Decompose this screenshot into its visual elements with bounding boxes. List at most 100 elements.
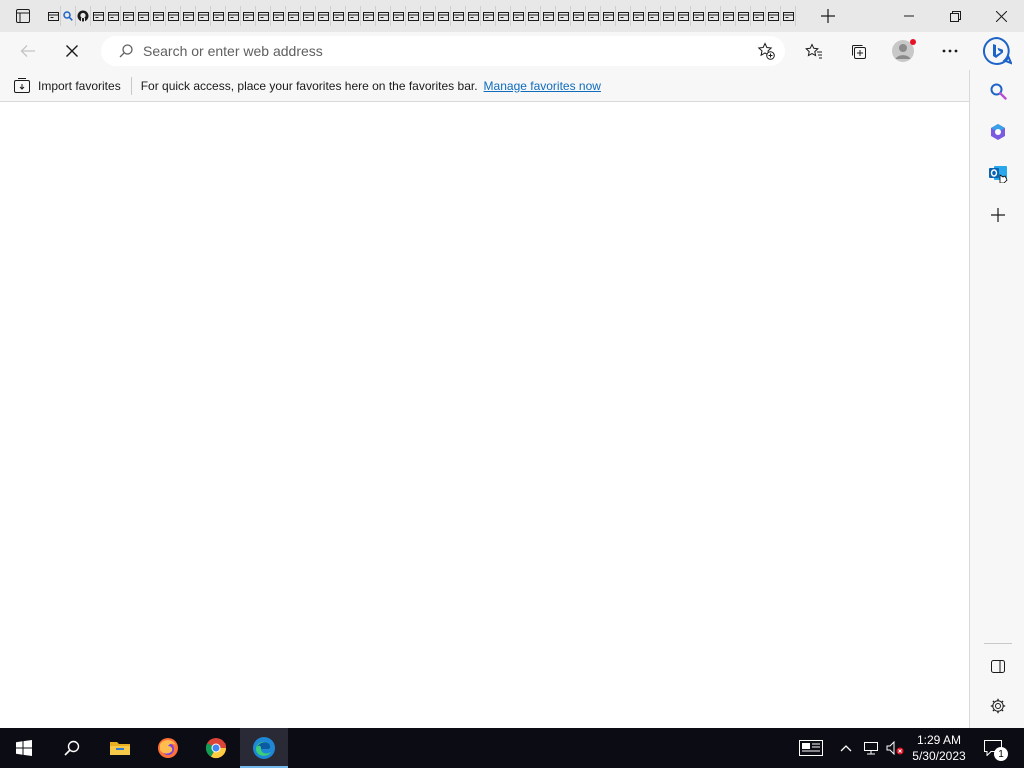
- sidebar-add-button[interactable]: [983, 200, 1013, 230]
- page-icon: [467, 11, 479, 21]
- page-content[interactable]: [0, 103, 969, 728]
- start-button[interactable]: [0, 728, 48, 768]
- taskbar-firefox[interactable]: [144, 728, 192, 768]
- tray-volume-button[interactable]: [884, 728, 906, 768]
- browser-tab[interactable]: [91, 6, 106, 26]
- browser-tab[interactable]: [181, 6, 196, 26]
- page-icon: [647, 11, 659, 21]
- browser-tab[interactable]: [496, 6, 511, 26]
- minimize-button[interactable]: [886, 0, 932, 32]
- favorites-button[interactable]: [796, 35, 832, 67]
- browser-tab[interactable]: [601, 6, 616, 26]
- address-input[interactable]: [143, 43, 703, 59]
- windows-taskbar: 1:29 AM 5/30/2023 1: [0, 728, 1024, 768]
- tray-news-button[interactable]: [796, 728, 826, 768]
- browser-tab[interactable]: [196, 6, 211, 26]
- bing-chat-button[interactable]: [979, 35, 1015, 67]
- notification-count-badge: 1: [994, 747, 1008, 761]
- tray-clock[interactable]: 1:29 AM 5/30/2023: [908, 728, 970, 768]
- sidebar-office-button[interactable]: [983, 117, 1013, 147]
- browser-tab[interactable]: [556, 6, 571, 26]
- new-tab-button[interactable]: [798, 0, 858, 32]
- more-options-button[interactable]: [932, 35, 968, 67]
- page-icon: [737, 11, 749, 21]
- browser-tab[interactable]: [271, 6, 286, 26]
- import-favorites-icon: [14, 78, 30, 93]
- browser-tab[interactable]: [136, 6, 151, 26]
- volume-muted-icon: [886, 741, 904, 755]
- back-button[interactable]: [10, 35, 46, 67]
- browser-tab[interactable]: [301, 6, 316, 26]
- browser-tab[interactable]: [721, 6, 736, 26]
- manage-favorites-link[interactable]: Manage favorites now: [484, 79, 601, 93]
- add-favorite-button[interactable]: [757, 42, 775, 60]
- browser-tab[interactable]: [361, 6, 376, 26]
- sidebar-settings-button[interactable]: [983, 691, 1013, 721]
- browser-tab[interactable]: [61, 6, 76, 26]
- browser-tab[interactable]: [331, 6, 346, 26]
- page-icon: [587, 11, 599, 21]
- browser-tab[interactable]: [286, 6, 301, 26]
- sidebar-outlook-button[interactable]: [983, 158, 1013, 188]
- import-favorites-button[interactable]: Import favorites: [14, 74, 121, 98]
- tab-actions-button[interactable]: [0, 0, 46, 32]
- notification-center-button[interactable]: 1: [978, 728, 1008, 768]
- taskbar-edge[interactable]: [240, 728, 288, 768]
- browser-tab[interactable]: [646, 6, 661, 26]
- browser-tab[interactable]: [346, 6, 361, 26]
- browser-tab[interactable]: [586, 6, 601, 26]
- close-window-button[interactable]: [978, 0, 1024, 32]
- hide-sidebar-button[interactable]: [983, 651, 1013, 681]
- browser-tab[interactable]: [166, 6, 181, 26]
- browser-tab[interactable]: [436, 6, 451, 26]
- taskbar-file-explorer[interactable]: [96, 728, 144, 768]
- chevron-up-icon: [840, 745, 852, 752]
- browser-tab[interactable]: [481, 6, 496, 26]
- browser-tab[interactable]: [676, 6, 691, 26]
- favorites-bar-message: For quick access, place your favorites h…: [140, 78, 478, 93]
- browser-tab[interactable]: [76, 6, 91, 26]
- browser-tab[interactable]: [766, 6, 781, 26]
- browser-tab[interactable]: [466, 6, 481, 26]
- browser-tab[interactable]: [106, 6, 121, 26]
- sidebar-search-button[interactable]: [983, 76, 1013, 106]
- browser-tab[interactable]: [511, 6, 526, 26]
- collections-button[interactable]: [840, 35, 876, 67]
- browser-tab[interactable]: [241, 6, 256, 26]
- browser-tab[interactable]: [751, 6, 766, 26]
- address-bar[interactable]: [101, 36, 785, 66]
- browser-tab[interactable]: [661, 6, 676, 26]
- tray-network-button[interactable]: [860, 728, 882, 768]
- browser-tab[interactable]: [526, 6, 541, 26]
- browser-tab[interactable]: [631, 6, 646, 26]
- network-icon: [864, 742, 878, 755]
- browser-tab[interactable]: [406, 6, 421, 26]
- browser-tab[interactable]: [451, 6, 466, 26]
- browser-tab[interactable]: [781, 6, 796, 26]
- browser-tab[interactable]: [46, 6, 61, 26]
- browser-tab[interactable]: [391, 6, 406, 26]
- browser-tab[interactable]: [121, 6, 136, 26]
- browser-tab[interactable]: [256, 6, 271, 26]
- browser-tab[interactable]: [571, 6, 586, 26]
- browser-tab[interactable]: [421, 6, 436, 26]
- browser-tab[interactable]: [541, 6, 556, 26]
- browser-tab[interactable]: [736, 6, 751, 26]
- restore-button[interactable]: [932, 0, 978, 32]
- stop-loading-button[interactable]: [54, 35, 90, 67]
- browser-tab[interactable]: [316, 6, 331, 26]
- browser-tab[interactable]: [616, 6, 631, 26]
- profile-button[interactable]: [886, 35, 922, 67]
- browser-tab[interactable]: [151, 6, 166, 26]
- browser-tab[interactable]: [226, 6, 241, 26]
- page-icon: [452, 11, 464, 21]
- browser-tab[interactable]: [211, 6, 226, 26]
- page-icon: [422, 11, 434, 21]
- taskbar-chrome[interactable]: [192, 728, 240, 768]
- taskbar-search-button[interactable]: [48, 728, 96, 768]
- collections-icon: [851, 44, 866, 59]
- browser-tab[interactable]: [691, 6, 706, 26]
- browser-tab[interactable]: [376, 6, 391, 26]
- show-hidden-icons-button[interactable]: [836, 728, 856, 768]
- browser-tab[interactable]: [706, 6, 721, 26]
